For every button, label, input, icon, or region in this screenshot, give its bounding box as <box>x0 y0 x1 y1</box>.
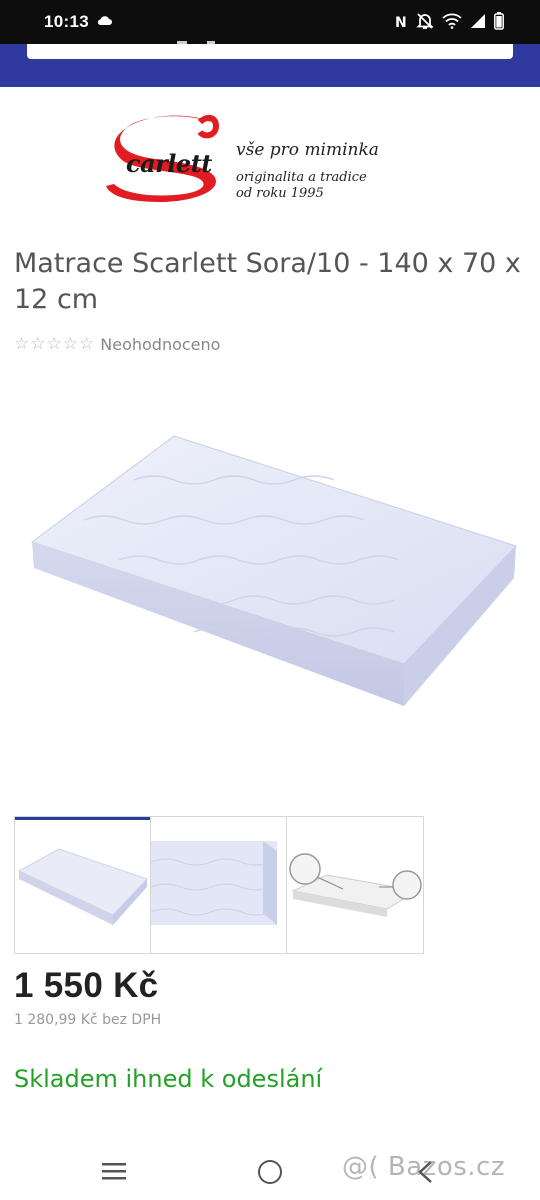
nfc-icon: N <box>395 15 407 30</box>
status-bar: 10:13 N <box>0 0 540 44</box>
thumbnail-mattress-closeup-image <box>151 841 277 925</box>
star-empty-icon: ☆ <box>46 334 62 354</box>
logo-tagline: vše pro miminka <box>236 140 379 160</box>
product-price: 1 550 Kč <box>14 966 159 1005</box>
rating-text: Neohodnoceno <box>100 334 221 354</box>
svg-text:N: N <box>395 15 407 30</box>
thumbnail-mattress-image <box>17 848 148 925</box>
search-input[interactable] <box>27 41 513 59</box>
thumbnail-mattress-detail-image <box>289 853 422 917</box>
stock-status: Skladem ihned k odeslání <box>14 1065 323 1093</box>
thumbnail-1[interactable] <box>15 817 151 953</box>
signal-icon <box>471 14 485 28</box>
status-icons: N <box>394 12 504 30</box>
mute-icon <box>416 13 434 29</box>
wifi-icon <box>442 13 462 29</box>
recent-apps-icon[interactable] <box>102 1162 126 1180</box>
cloud-icon <box>97 16 112 25</box>
star-empty-icon: ☆ <box>14 334 30 354</box>
thumbnail-2[interactable] <box>151 817 287 953</box>
search-placeholder-fragment <box>177 41 215 44</box>
thumbnail-3[interactable] <box>287 817 423 953</box>
star-empty-icon: ☆ <box>30 334 46 354</box>
bazos-watermark: @( Bazos.cz <box>342 1152 505 1182</box>
status-time: 10:13 <box>44 12 89 31</box>
star-empty-icon: ☆ <box>62 334 78 354</box>
product-title: Matrace Scarlett Sora/10 - 140 x 70 x 12… <box>14 248 521 315</box>
home-icon[interactable] <box>258 1160 282 1184</box>
rating-stars: ☆ ☆ ☆ ☆ ☆ <box>14 334 94 354</box>
logo-subtagline: originalita a tradice od roku 1995 <box>236 170 367 202</box>
main-product-image[interactable] <box>24 420 524 720</box>
battery-icon <box>494 12 504 30</box>
star-empty-icon: ☆ <box>79 334 95 354</box>
image-thumbnails <box>14 816 424 954</box>
product-rating[interactable]: ☆ ☆ ☆ ☆ ☆ Neohodnoceno <box>14 334 220 354</box>
product-price-without-vat: 1 280,99 Kč bez DPH <box>14 1012 162 1028</box>
logo-subtagline-line-1: originalita a tradice <box>236 170 367 185</box>
svg-text:carlett: carlett <box>126 149 212 178</box>
system-navigation-bar: @( Bazos.cz <box>0 1140 540 1200</box>
logo-subtagline-line-2: od roku 1995 <box>236 186 324 201</box>
